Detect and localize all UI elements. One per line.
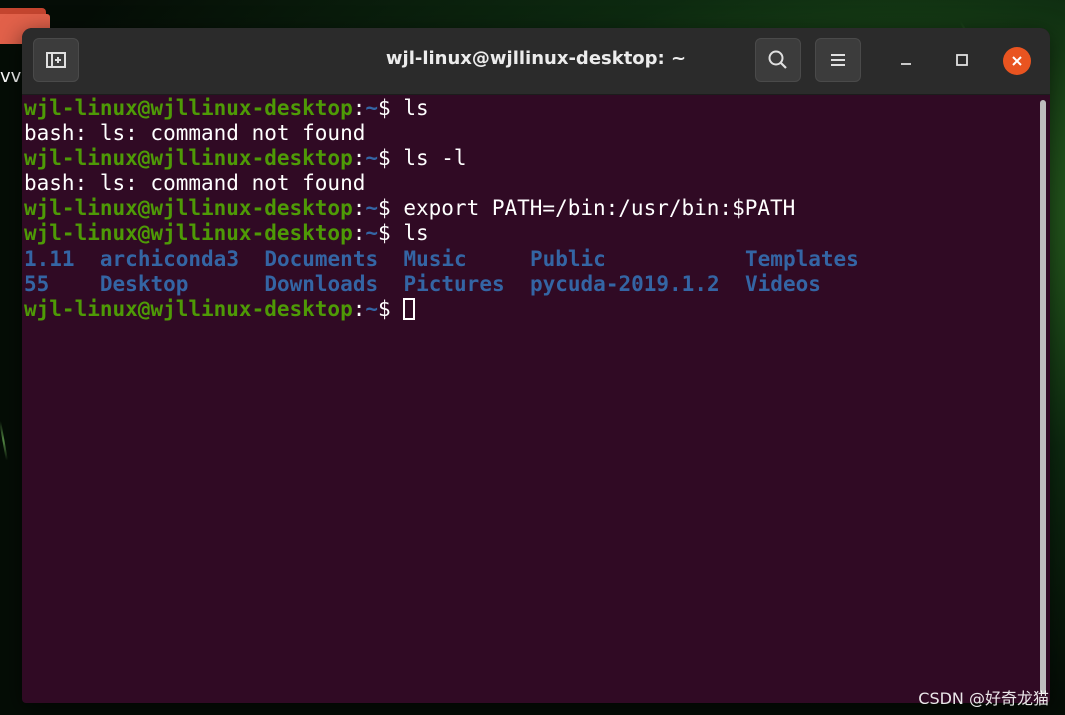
minimize-button[interactable] bbox=[891, 45, 921, 75]
terminal-window: wjl-linux@wjllinux-desktop: ~ wjl-linux@… bbox=[22, 28, 1050, 703]
prompt-path: ~ bbox=[365, 146, 379, 171]
prompt-path: ~ bbox=[365, 196, 379, 221]
prompt-colon: : bbox=[352, 196, 366, 221]
prompt-symbol: $ bbox=[378, 96, 391, 120]
menu-button[interactable] bbox=[815, 38, 861, 82]
title-bar[interactable]: wjl-linux@wjllinux-desktop: ~ bbox=[22, 28, 1050, 95]
prompt-colon: : bbox=[352, 96, 366, 120]
directory-entry: Music bbox=[403, 246, 467, 271]
prompt-user-host: wjl-linux@wjllinux-desktop bbox=[24, 221, 353, 246]
prompt-path: ~ bbox=[365, 296, 379, 321]
terminal-output[interactable]: wjl-linux@wjllinux-desktop:~$ ls bash: ls… bbox=[24, 96, 1032, 696]
directory-entry: 55 bbox=[24, 271, 50, 296]
maximize-button[interactable] bbox=[947, 45, 977, 75]
ls-listing-line: 1.11 archiconda3 Documents Music Public Templ… bbox=[24, 247, 1032, 272]
prompt-line: wjl-linux@wjllinux-desktop:~$ bbox=[24, 297, 1032, 322]
prompt-line: wjl-linux@wjllinux-desktop:~$ export PAT… bbox=[24, 196, 1032, 221]
directory-entry: Public bbox=[529, 246, 606, 271]
command-text: ls -l bbox=[403, 146, 467, 171]
wallpaper-streak bbox=[0, 420, 8, 461]
directory-entry: archiconda3 bbox=[99, 246, 239, 271]
prompt-path: ~ bbox=[365, 221, 379, 246]
directory-entry: Videos bbox=[745, 271, 821, 296]
command-text: export PATH=/bin:/usr/bin:$PATH bbox=[403, 196, 796, 221]
terminal-cursor bbox=[403, 297, 416, 320]
directory-entry: Templates bbox=[745, 246, 859, 271]
hamburger-menu-icon bbox=[831, 54, 845, 66]
desktop-folder-label[interactable]: vv bbox=[0, 66, 21, 87]
directory-entry: 1.11 bbox=[24, 246, 75, 271]
prompt-symbol: $ bbox=[378, 221, 391, 246]
prompt-user-host: wjl-linux@wjllinux-desktop bbox=[24, 96, 353, 120]
prompt-symbol: $ bbox=[378, 196, 391, 221]
watermark-text: CSDN @好奇龙猫 bbox=[918, 689, 1049, 708]
close-icon bbox=[1012, 56, 1022, 66]
directory-entry: pycuda-2019.1.2 bbox=[529, 271, 720, 296]
command-text: ls bbox=[403, 96, 429, 120]
directory-entry: Documents bbox=[264, 246, 379, 271]
prompt-line: wjl-linux@wjllinux-desktop:~$ ls -l bbox=[24, 146, 1032, 171]
prompt-colon: : bbox=[352, 296, 366, 321]
prompt-user-host: wjl-linux@wjllinux-desktop bbox=[24, 296, 353, 321]
prompt-colon: : bbox=[352, 146, 366, 171]
prompt-line: wjl-linux@wjllinux-desktop:~$ ls bbox=[24, 221, 1032, 246]
terminal-scrollbar[interactable] bbox=[1040, 100, 1046, 694]
search-icon bbox=[768, 50, 787, 69]
prompt-symbol: $ bbox=[378, 146, 391, 171]
close-button[interactable] bbox=[1003, 47, 1031, 75]
prompt-line: wjl-linux@wjllinux-desktop:~$ ls bbox=[24, 96, 1032, 121]
prompt-colon: : bbox=[352, 221, 366, 246]
directory-entry: Desktop bbox=[99, 271, 189, 296]
command-text: ls bbox=[403, 221, 429, 246]
directory-entry: Pictures bbox=[403, 271, 505, 296]
minimize-icon bbox=[901, 63, 911, 65]
output-line: bash: ls: command not found bbox=[24, 121, 366, 146]
search-button[interactable] bbox=[755, 38, 801, 82]
prompt-path: ~ bbox=[365, 96, 379, 120]
prompt-user-host: wjl-linux@wjllinux-desktop bbox=[24, 196, 353, 221]
output-line: bash: ls: command not found bbox=[24, 171, 366, 196]
prompt-symbol: $ bbox=[378, 296, 391, 321]
prompt-user-host: wjl-linux@wjllinux-desktop bbox=[24, 146, 353, 171]
ls-listing-line: 55 Desktop Downloads Pictures pycuda-2019.1.… bbox=[24, 272, 1032, 297]
maximize-icon bbox=[956, 54, 968, 66]
directory-entry: Downloads bbox=[264, 271, 379, 296]
